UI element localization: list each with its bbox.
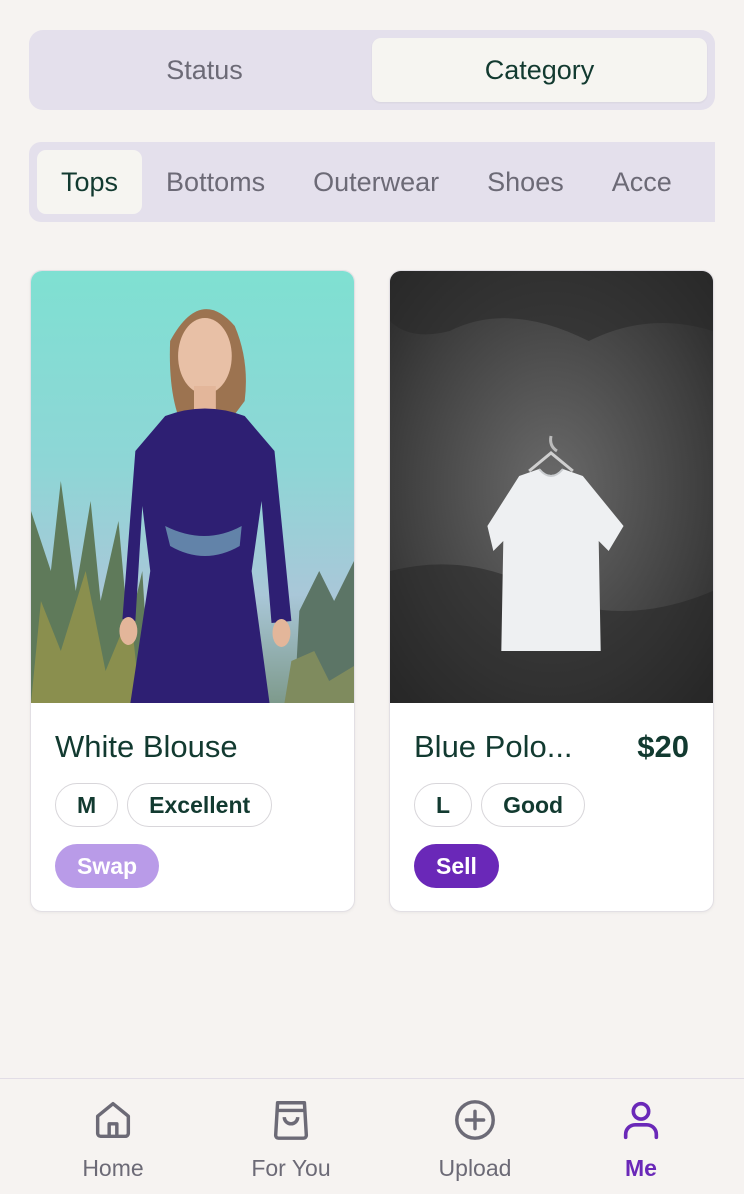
nav-home[interactable]: Home <box>38 1079 188 1194</box>
home-icon <box>95 1101 131 1139</box>
listing-photo <box>31 271 354 703</box>
listing-title: Blue Polo... <box>414 729 573 764</box>
category-tabs: Tops Bottoms Outerwear Shoes Acce <box>29 142 715 222</box>
nav-upload[interactable]: Upload <box>400 1079 550 1194</box>
shopping-bag-icon <box>273 1101 309 1140</box>
tab-outerwear[interactable]: Outerwear <box>289 150 463 214</box>
sell-badge: Sell <box>414 844 499 888</box>
nav-home-label: Home <box>82 1155 144 1181</box>
status-toggle-button[interactable]: Status <box>37 38 372 102</box>
tab-bottoms[interactable]: Bottoms <box>142 150 289 214</box>
user-icon <box>623 1101 659 1140</box>
nav-for-you[interactable]: For You <box>216 1079 366 1194</box>
plus-circle-icon <box>455 1100 495 1140</box>
condition-chip: Good <box>481 783 586 827</box>
tab-shoes[interactable]: Shoes <box>463 150 588 214</box>
listing-title: White Blouse <box>55 729 238 764</box>
tab-accessories[interactable]: Acce <box>588 150 696 214</box>
tab-tops[interactable]: Tops <box>37 150 143 214</box>
category-toggle-button[interactable]: Category <box>372 38 707 102</box>
listing-card[interactable]: White Blouse M Excellent Swap <box>30 270 355 912</box>
nav-me[interactable]: Me <box>566 1079 716 1194</box>
bottom-nav: Home For You Upload Me <box>0 1078 744 1194</box>
listing-card[interactable]: Blue Polo... $20 L Good Sell <box>389 270 714 912</box>
nav-upload-label: Upload <box>438 1155 512 1181</box>
size-chip: L <box>414 783 473 827</box>
condition-chip: Excellent <box>127 783 273 827</box>
nav-for-you-label: For You <box>251 1155 331 1181</box>
swap-badge: Swap <box>55 844 160 888</box>
size-chip: M <box>55 783 119 827</box>
listing-photo <box>390 271 713 703</box>
nav-me-label: Me <box>625 1155 657 1181</box>
listing-price: $20 <box>637 729 689 764</box>
view-toggle: Status Category <box>29 30 715 110</box>
